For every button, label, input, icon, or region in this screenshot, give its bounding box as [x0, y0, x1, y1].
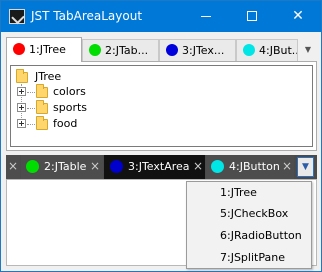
folder-icon — [36, 84, 48, 98]
blue-circle-icon — [166, 44, 178, 56]
minimize-icon — [201, 16, 211, 17]
tab-label: 4:JButton — [229, 160, 280, 173]
green-circle-icon — [89, 44, 101, 56]
menu-item[interactable]: 1:JTree — [220, 186, 257, 199]
tab-jtextarea[interactable]: 3:JTextArea × — [104, 155, 205, 179]
cyan-circle-icon — [211, 160, 224, 173]
close-tab-icon[interactable]: × — [193, 159, 203, 173]
tree-connector — [27, 124, 35, 125]
bottom-tab-strip: × 2:JTable × 3:JTextArea × 4:JButton × ▼ — [6, 155, 317, 179]
tab-label: 2:JTable — [44, 160, 87, 173]
tab-partial[interactable]: × — [6, 155, 20, 179]
tab-label: 1:JTree — [29, 43, 66, 56]
tab-jbutton[interactable]: 4:JButton × — [206, 155, 294, 179]
menu-item[interactable]: 6:JRadioButton — [220, 229, 302, 242]
expand-icon[interactable] — [17, 87, 26, 96]
application-window: JST TabAreaLayout ✕ 2:JTab... 3:JTex... … — [0, 0, 322, 272]
folder-icon — [16, 69, 28, 83]
tab-jtextarea[interactable]: 3:JTex... — [159, 39, 236, 61]
tab-jtable[interactable]: 2:JTab... — [82, 39, 159, 61]
tab-label: 3:JTex... — [182, 44, 225, 57]
tree-root[interactable]: JTree — [35, 70, 61, 83]
red-circle-icon — [13, 43, 25, 55]
window-title: JST TabAreaLayout — [31, 9, 143, 23]
tab-label: 3:JTextArea — [128, 160, 190, 173]
close-tab-icon[interactable]: × — [90, 159, 100, 173]
expand-icon[interactable] — [17, 103, 26, 112]
close-tab-icon[interactable]: × — [282, 159, 292, 173]
green-circle-icon — [26, 160, 39, 173]
tab-list-menu-button[interactable]: ▼ — [299, 41, 317, 59]
tab-dropdown-button[interactable]: ▼ — [297, 157, 314, 177]
close-button[interactable]: ✕ — [275, 1, 321, 32]
folder-icon — [36, 116, 48, 130]
expand-icon[interactable] — [17, 119, 26, 128]
tree-node[interactable]: colors — [53, 85, 86, 98]
title-bar[interactable]: JST TabAreaLayout ✕ — [1, 1, 321, 32]
close-tab-icon[interactable]: × — [8, 159, 18, 173]
maximize-button[interactable] — [229, 1, 275, 32]
tab-jbutton[interactable]: 4:JBut... — [236, 39, 298, 61]
tree-node[interactable]: sports — [53, 101, 87, 114]
chevron-down-icon: ▼ — [302, 162, 309, 172]
close-icon: ✕ — [292, 8, 304, 24]
app-icon — [9, 9, 25, 24]
chevron-down-icon: ▼ — [304, 45, 312, 54]
minimize-button[interactable] — [183, 1, 229, 32]
tab-jtable[interactable]: 2:JTable × — [21, 155, 103, 179]
cyan-circle-icon — [243, 44, 255, 56]
tab-label: 4:JBut... — [259, 44, 298, 57]
tab-label: 2:JTab... — [105, 44, 149, 57]
tree-view[interactable]: JTree colors sports food — [10, 65, 313, 147]
tree-connector — [27, 92, 35, 93]
maximize-icon — [247, 11, 257, 21]
top-tab-strip: 2:JTab... 3:JTex... 4:JBut... 1:JTree ▼ — [6, 37, 317, 62]
hidden-tabs-popup-menu: 1:JTree 5:JCheckBox 6:JRadioButton 7:JSp… — [186, 181, 312, 269]
blue-circle-icon — [110, 160, 123, 173]
top-tab-content: JTree colors sports food — [6, 61, 317, 151]
folder-icon — [36, 100, 48, 114]
tree-node[interactable]: food — [53, 117, 77, 130]
tree-connector — [27, 108, 35, 109]
menu-item[interactable]: 7:JSplitPane — [220, 251, 285, 264]
tab-jtree[interactable]: 1:JTree — [6, 37, 82, 62]
menu-item[interactable]: 5:JCheckBox — [220, 207, 288, 220]
